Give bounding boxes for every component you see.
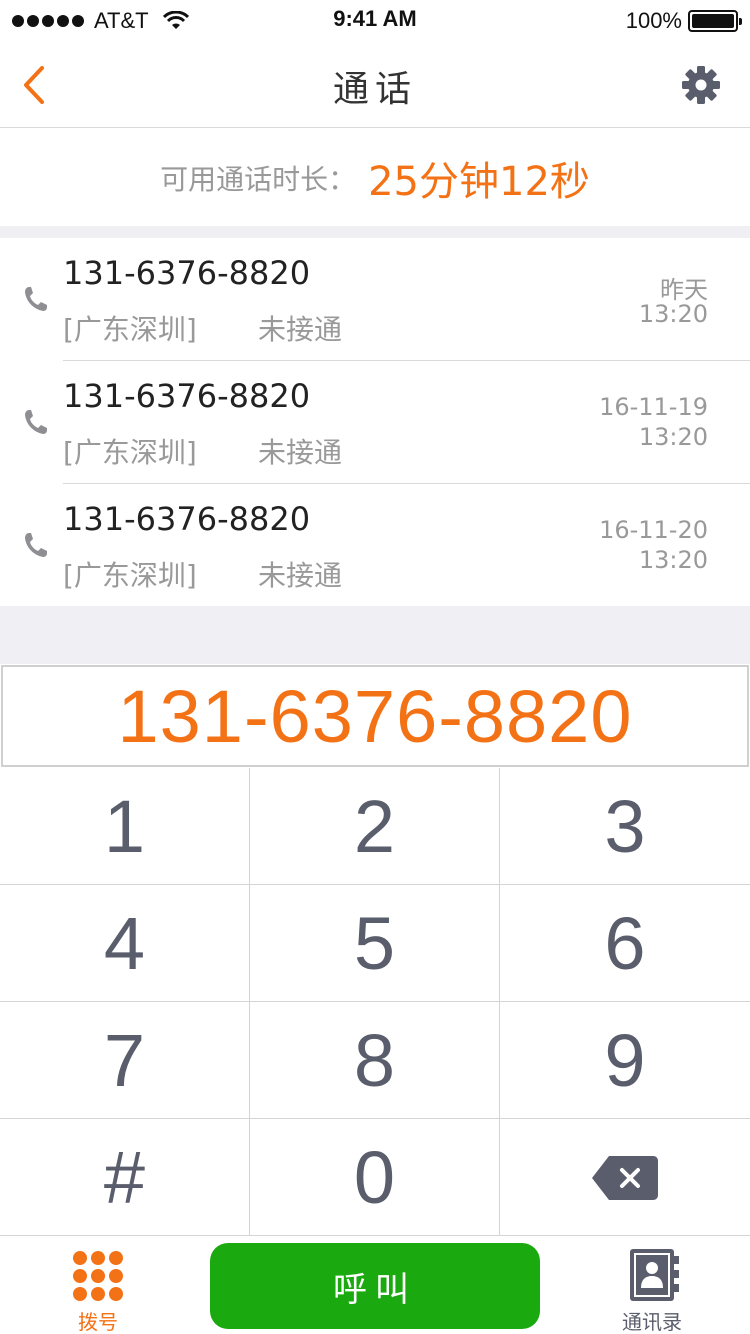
delete-button[interactable] [500, 1119, 750, 1236]
status-bar: AT&T 9:41 AM 100% [0, 0, 750, 40]
tab-contacts[interactable]: 通讯录 [602, 1246, 702, 1334]
call-date: 16-11-19 [599, 393, 708, 421]
key-0[interactable]: 0 [250, 1119, 500, 1236]
phone-icon [25, 533, 47, 557]
key-label: 3 [604, 784, 646, 868]
call-history-row[interactable]: 131-6376-8820 [广东深圳] 未接通 16-11-20 13:20 [0, 484, 750, 607]
keypad-grid-icon [73, 1251, 123, 1301]
key-1[interactable]: 1 [0, 768, 250, 885]
call-history-row[interactable]: 131-6376-8820 [广东深圳] 未接通 昨天 13:20 [0, 238, 750, 361]
dial-number-display[interactable]: 131-6376-8820 [1, 665, 749, 767]
call-location: [广东深圳] [63, 436, 197, 469]
section-separator [0, 606, 750, 664]
call-number: 131-6376-8820 [63, 254, 311, 292]
back-button[interactable] [18, 64, 52, 106]
status-left: AT&T [12, 8, 189, 34]
bottom-tab-bar: 拨号 呼叫 通讯录 [0, 1235, 750, 1334]
key-hash[interactable]: # [0, 1119, 250, 1236]
call-time: 13:20 [638, 423, 708, 451]
call-status: 未接通 [258, 436, 343, 469]
navigation-bar: 通话 [0, 40, 750, 128]
battery-percentage: 100% [625, 8, 682, 33]
call-time: 13:20 [638, 300, 708, 328]
key-4[interactable]: 4 [0, 885, 250, 1002]
tab-dial[interactable]: 拨号 [48, 1246, 148, 1334]
call-number: 131-6376-8820 [63, 377, 311, 415]
balance-value: 25分钟12秒 [368, 158, 590, 205]
key-8[interactable]: 8 [250, 1002, 500, 1119]
call-date: 16-11-20 [599, 516, 708, 544]
signal-strength-icon [12, 15, 84, 27]
call-status: 未接通 [258, 559, 343, 592]
key-label: # [103, 1136, 146, 1219]
call-number: 131-6376-8820 [63, 500, 311, 538]
carrier-name: AT&T [94, 8, 149, 33]
key-7[interactable]: 7 [0, 1002, 250, 1119]
key-6[interactable]: 6 [500, 885, 750, 1002]
battery-icon [688, 10, 742, 32]
call-button[interactable]: 呼叫 [210, 1243, 540, 1329]
status-right: 100% [625, 8, 742, 34]
key-label: 5 [353, 901, 396, 985]
key-label: 0 [353, 1136, 396, 1219]
call-time: 13:20 [638, 546, 708, 574]
key-label: 9 [604, 1018, 646, 1102]
call-location: [广东深圳] [63, 313, 197, 346]
phone-icon [25, 410, 47, 434]
key-2[interactable]: 2 [250, 768, 500, 885]
call-history-row[interactable]: 131-6376-8820 [广东深圳] 未接通 16-11-19 13:20 [0, 361, 750, 484]
dialed-number: 131-6376-8820 [117, 674, 633, 758]
key-label: 1 [103, 784, 146, 868]
key-label: 7 [103, 1018, 146, 1102]
contacts-book-icon [630, 1249, 679, 1301]
wifi-icon [162, 11, 189, 29]
call-status: 未接通 [258, 313, 343, 346]
key-9[interactable]: 9 [500, 1002, 750, 1119]
key-3[interactable]: 3 [500, 768, 750, 885]
key-label: 2 [353, 784, 396, 868]
section-separator [0, 226, 750, 238]
key-label: 6 [604, 901, 646, 985]
page-title: 通话 [332, 69, 417, 110]
call-history-list: 131-6376-8820 [广东深圳] 未接通 昨天 13:20 131-63… [0, 238, 750, 606]
call-balance: 可用通话时长： 25分钟12秒 [0, 129, 750, 226]
phone-icon [25, 287, 47, 311]
backspace-icon [592, 1155, 658, 1200]
dial-keypad: 1 2 3 4 5 6 7 8 9 # 0 [0, 768, 750, 1236]
key-label: 8 [353, 1018, 396, 1102]
tab-contacts-label: 通讯录 [622, 1310, 682, 1334]
key-label: 4 [103, 901, 146, 985]
balance-label: 可用通话时长： [160, 162, 357, 196]
settings-button[interactable] [682, 66, 720, 104]
tab-dial-label: 拨号 [78, 1310, 118, 1334]
key-5[interactable]: 5 [250, 885, 500, 1002]
call-location: [广东深圳] [63, 559, 197, 592]
